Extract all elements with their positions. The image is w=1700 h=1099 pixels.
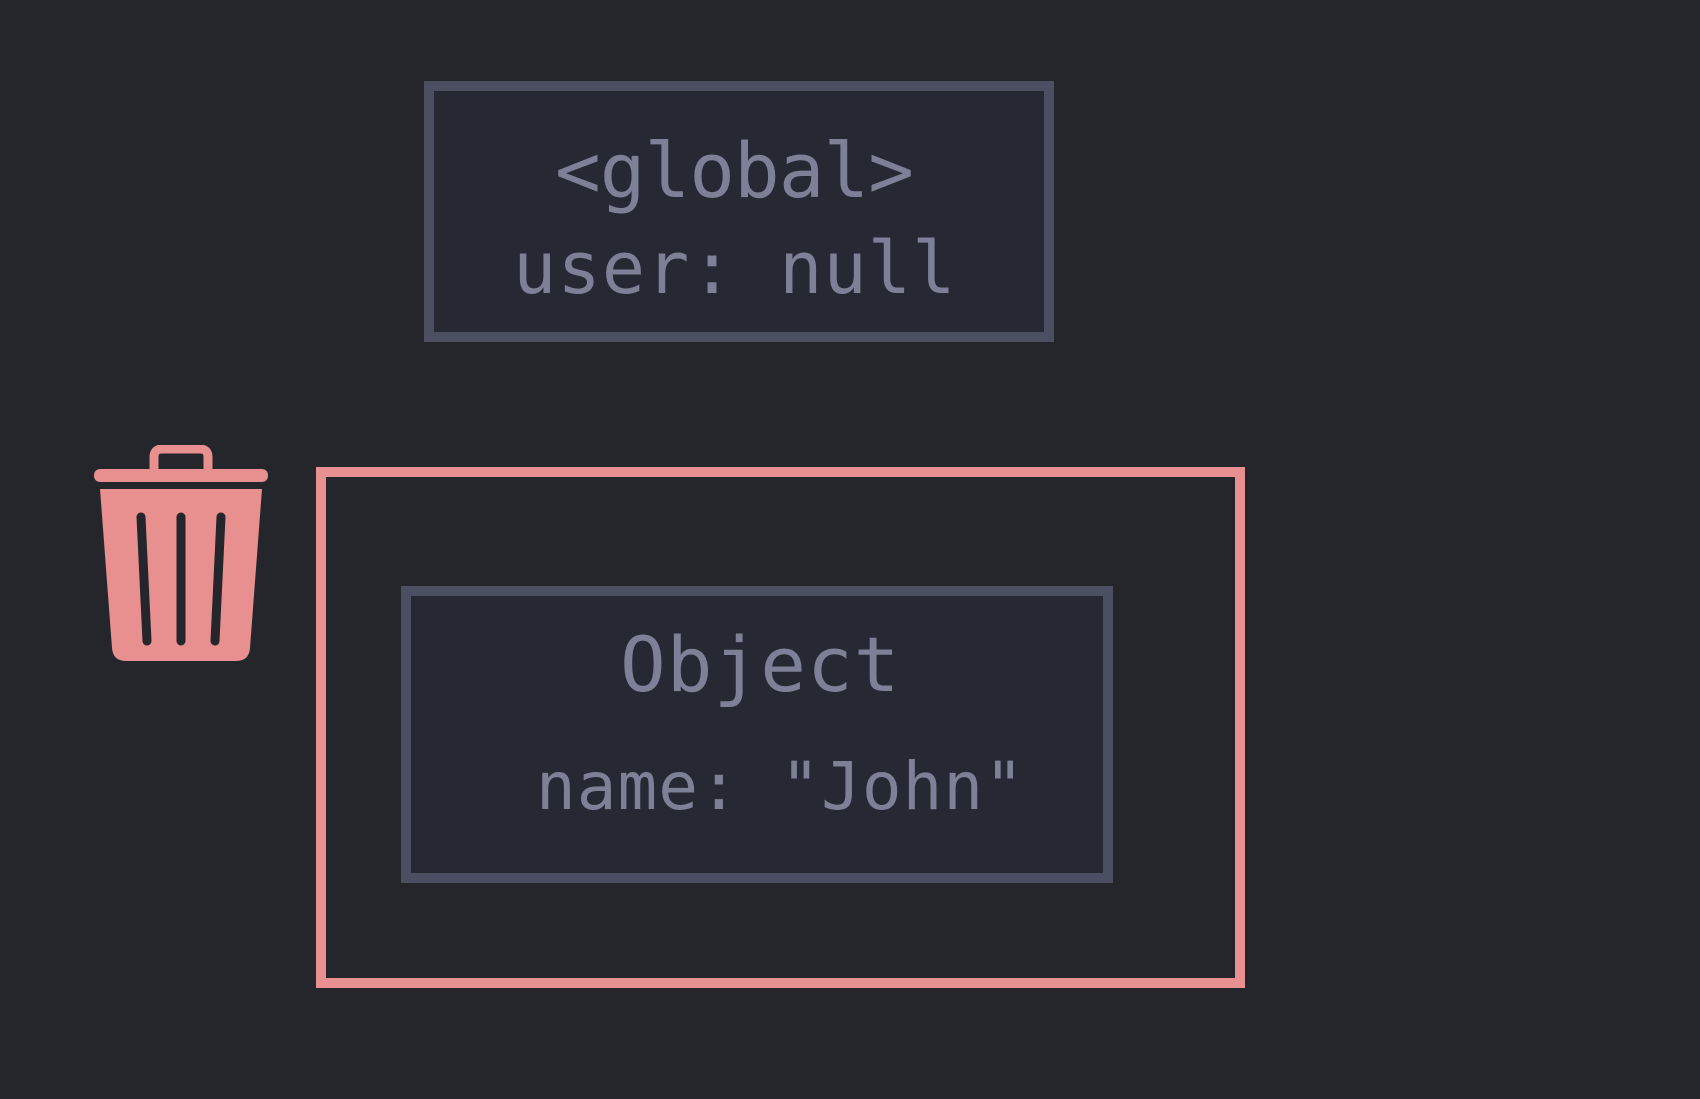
- global-node-property: user: null: [513, 226, 957, 310]
- diagram-canvas: <global> user: null Object name: "John": [0, 0, 1700, 1099]
- object-node-property: name: "John": [536, 748, 1025, 825]
- object-node-title: Object: [620, 620, 901, 709]
- trash-icon: [94, 445, 268, 661]
- global-node-title: <global>: [555, 126, 914, 215]
